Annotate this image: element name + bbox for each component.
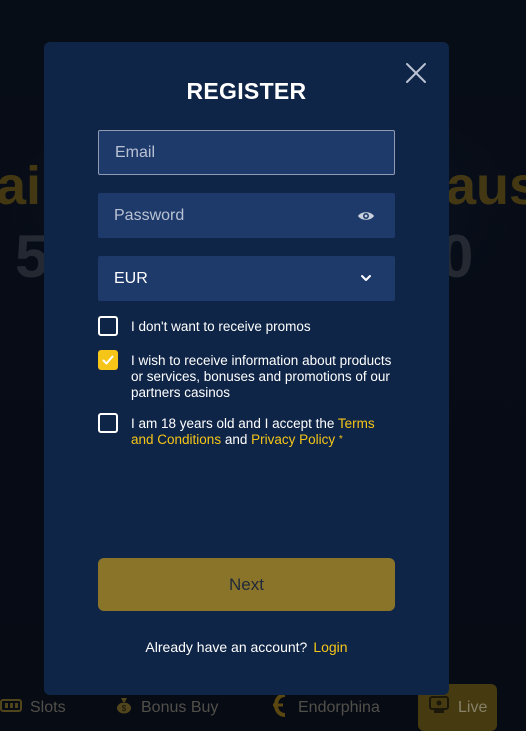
password-input[interactable]: [98, 193, 395, 238]
currency-select[interactable]: EUR: [98, 256, 395, 301]
password-field-container: [98, 193, 395, 238]
checkmark-icon: [102, 355, 114, 365]
terms-option: I am 18 years old and I accept the Terms…: [98, 413, 395, 448]
register-modal: REGISTER EUR I don't want to receive pro…: [44, 42, 449, 695]
login-prompt-text: Already have an account?: [145, 639, 308, 655]
terms-prefix-text: I am 18 years old and I accept the: [131, 416, 338, 431]
terms-label: I am 18 years old and I accept the Terms…: [131, 416, 395, 448]
currency-value: EUR: [114, 270, 148, 287]
eye-icon[interactable]: [357, 207, 375, 225]
partner-info-label: I wish to receive information about prod…: [131, 353, 392, 400]
terms-checkbox[interactable]: [98, 413, 118, 433]
terms-and-text: and: [221, 432, 252, 447]
login-prompt: Already have an account? Login: [44, 639, 449, 655]
no-promos-option: I don't want to receive promos: [98, 316, 395, 336]
next-button[interactable]: Next: [98, 558, 395, 611]
chevron-down-icon: [359, 271, 373, 285]
no-promos-checkbox[interactable]: [98, 316, 118, 336]
partner-info-option: I wish to receive information about prod…: [98, 350, 395, 401]
partner-info-checkbox[interactable]: [98, 350, 118, 370]
no-promos-label: I don't want to receive promos: [131, 319, 311, 334]
email-input[interactable]: [99, 131, 394, 174]
login-link[interactable]: Login: [313, 639, 347, 655]
privacy-policy-link[interactable]: Privacy Policy: [251, 432, 335, 447]
modal-title: REGISTER: [186, 78, 307, 104]
email-field-container: [98, 130, 395, 175]
required-mark: *: [338, 434, 343, 445]
